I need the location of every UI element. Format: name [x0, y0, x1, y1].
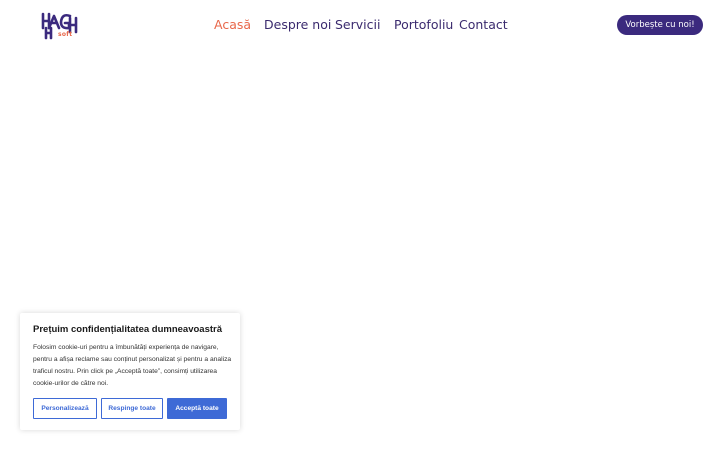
site-header: soft Acasă Despre noi Servicii Portofoli…	[0, 0, 720, 50]
nav-item-acasa[interactable]: Acasă	[214, 17, 251, 32]
main-nav: Acasă Despre noi Servicii Portofoliu Con…	[0, 17, 720, 33]
reject-all-button[interactable]: Respinge toate	[101, 398, 163, 419]
cookie-description: Folosim cookie-uri pentru a îmbunătăți e…	[33, 344, 232, 387]
accept-all-button[interactable]: Acceptă toate	[167, 398, 227, 419]
contact-cta-button[interactable]: Vorbește cu noi!	[617, 15, 703, 35]
nav-item-despre-noi[interactable]: Despre noi	[264, 17, 331, 32]
nav-item-contact[interactable]: Contact	[459, 17, 508, 32]
cookie-title: Prețuim confidențialitatea dumneavoastră	[33, 324, 222, 335]
nav-item-portofoliu[interactable]: Portofoliu	[394, 17, 453, 32]
personalize-button[interactable]: Personalizează	[33, 398, 97, 419]
nav-item-servicii[interactable]: Servicii	[335, 17, 380, 32]
cookie-consent-banner: Prețuim confidențialitatea dumneavoastră…	[20, 313, 240, 430]
